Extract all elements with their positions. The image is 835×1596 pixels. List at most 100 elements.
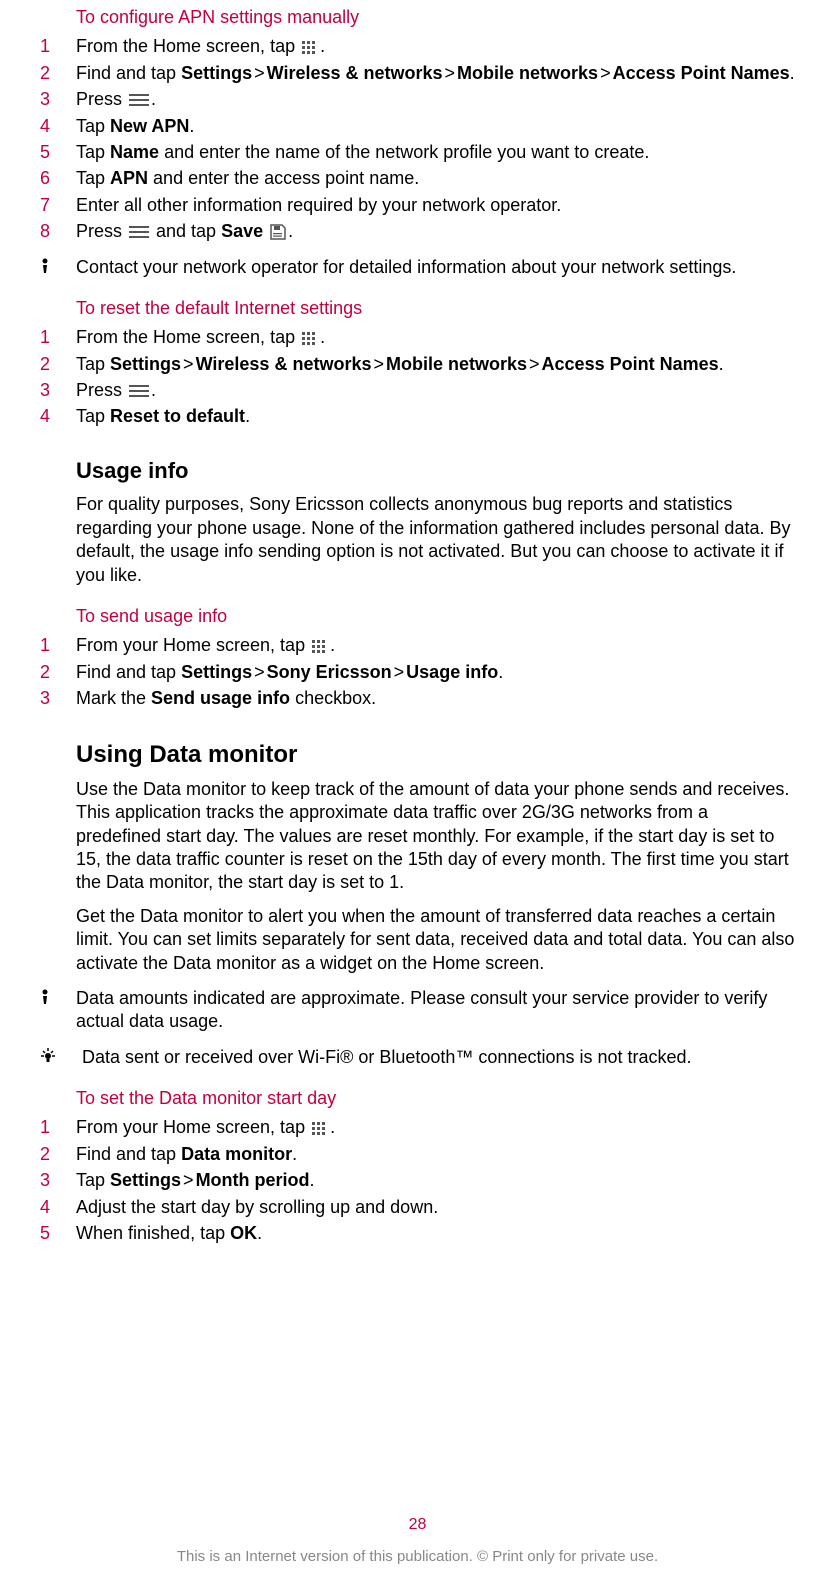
- step-number: 1: [40, 35, 62, 58]
- menu-icon: [129, 225, 149, 239]
- important-note: Data amounts indicated are approximate. …: [40, 987, 795, 1034]
- text: Find and tap: [76, 662, 181, 682]
- bold-text: New APN: [110, 116, 189, 136]
- step-number: 4: [40, 115, 62, 138]
- step-text: Tap APN and enter the access point name.: [76, 167, 795, 190]
- bold-text: Mobile networks: [386, 354, 527, 374]
- step-text: Press and tap Save .: [76, 220, 795, 243]
- step-number: 5: [40, 1222, 62, 1245]
- step-number: 2: [40, 1143, 62, 1166]
- step-number: 1: [40, 634, 62, 657]
- bold-text: Settings: [181, 662, 252, 682]
- step-number: 8: [40, 220, 62, 243]
- step-text: Tap Reset to default.: [76, 405, 795, 428]
- step-row: 1 From the Home screen, tap .: [40, 35, 795, 58]
- tip-note: Data sent or received over Wi-Fi® or Blu…: [40, 1046, 795, 1069]
- important-note: Contact your network operator for detail…: [40, 256, 795, 279]
- bold-text: Settings: [110, 1170, 181, 1190]
- paragraph: Use the Data monitor to keep track of th…: [76, 778, 795, 895]
- step-row: 4 Tap New APN.: [40, 115, 795, 138]
- step-number: 1: [40, 1116, 62, 1139]
- step-row: 2 Find and tap Settings>Sony Ericsson>Us…: [40, 661, 795, 684]
- text: and enter the access point name.: [148, 168, 419, 188]
- exclamation-icon: [40, 256, 62, 279]
- bold-text: Reset to default: [110, 406, 245, 426]
- gt: >: [371, 354, 386, 374]
- step-row: 4 Adjust the start day by scrolling up a…: [40, 1196, 795, 1219]
- step-number: 3: [40, 687, 62, 710]
- step-row: 5 When finished, tap OK.: [40, 1222, 795, 1245]
- step-row: 4 Tap Reset to default.: [40, 405, 795, 428]
- step-row: 3 Tap Settings>Month period.: [40, 1169, 795, 1192]
- step-number: 3: [40, 1169, 62, 1192]
- apps-grid-icon: [312, 1122, 328, 1136]
- paragraph: For quality purposes, Sony Ericsson coll…: [76, 493, 795, 587]
- text: Press: [76, 221, 127, 241]
- step-number: 7: [40, 194, 62, 217]
- text: .: [288, 221, 293, 241]
- text: .: [320, 327, 325, 347]
- gt: >: [252, 63, 267, 83]
- text: From your Home screen, tap: [76, 635, 310, 655]
- heading-configure-apn: To configure APN settings manually: [76, 6, 795, 29]
- step-text: Enter all other information required by …: [76, 194, 795, 217]
- text: When finished, tap: [76, 1223, 230, 1243]
- note-text: Contact your network operator for detail…: [76, 256, 795, 279]
- text: .: [310, 1170, 315, 1190]
- note-text: Data amounts indicated are approximate. …: [76, 987, 795, 1034]
- text: Tap: [76, 142, 110, 162]
- step-text: Find and tap Settings>Wireless & network…: [76, 62, 795, 85]
- step-text: Tap Settings>Month period.: [76, 1169, 795, 1192]
- text: From your Home screen, tap: [76, 1117, 310, 1137]
- step-text: Tap Settings>Wireless & networks>Mobile …: [76, 353, 795, 376]
- text: and enter the name of the network profil…: [159, 142, 649, 162]
- gt: >: [181, 1170, 196, 1190]
- section-data-monitor: Using Data monitor: [76, 739, 795, 770]
- footer-note: This is an Internet version of this publ…: [0, 1547, 835, 1567]
- bold-text: Wireless & networks: [267, 63, 443, 83]
- apps-grid-icon: [312, 640, 328, 654]
- text: From the Home screen, tap: [76, 36, 300, 56]
- text: and tap: [151, 221, 221, 241]
- step-row: 6 Tap APN and enter the access point nam…: [40, 167, 795, 190]
- text: Find and tap: [76, 63, 181, 83]
- text: .: [330, 635, 335, 655]
- text: Mark the: [76, 688, 151, 708]
- text: .: [245, 406, 250, 426]
- step-number: 1: [40, 326, 62, 349]
- step-row: 1 From your Home screen, tap .: [40, 1116, 795, 1139]
- step-number: 3: [40, 88, 62, 111]
- bold-text: Settings: [110, 354, 181, 374]
- text: Find and tap: [76, 1144, 181, 1164]
- gt: >: [443, 63, 458, 83]
- heading-set-start-day: To set the Data monitor start day: [76, 1087, 795, 1110]
- text: .: [257, 1223, 262, 1243]
- heading-send-usage: To send usage info: [76, 605, 795, 628]
- step-text: Press .: [76, 88, 795, 111]
- section-usage-info: Usage info: [76, 457, 795, 486]
- bold-text: Month period: [196, 1170, 310, 1190]
- step-number: 4: [40, 405, 62, 428]
- step-row: 2 Tap Settings>Wireless & networks>Mobil…: [40, 353, 795, 376]
- bold-text: Usage info: [406, 662, 498, 682]
- gt: >: [598, 63, 613, 83]
- step-number: 2: [40, 661, 62, 684]
- bold-text: Access Point Names: [542, 354, 719, 374]
- bold-text: Settings: [181, 63, 252, 83]
- bold-text: Send usage info: [151, 688, 290, 708]
- lightbulb-icon: [40, 1046, 62, 1069]
- step-text: Tap Name and enter the name of the netwo…: [76, 141, 795, 164]
- bold-text: APN: [110, 168, 148, 188]
- text: .: [498, 662, 503, 682]
- gt: >: [392, 662, 407, 682]
- bold-text: Wireless & networks: [196, 354, 372, 374]
- step-number: 3: [40, 379, 62, 402]
- bold-text: Access Point Names: [613, 63, 790, 83]
- step-row: 2 Find and tap Settings>Wireless & netwo…: [40, 62, 795, 85]
- text: checkbox.: [290, 688, 376, 708]
- step-row: 1 From the Home screen, tap .: [40, 326, 795, 349]
- step-text: From the Home screen, tap .: [76, 35, 795, 58]
- gt: >: [252, 662, 267, 682]
- step-text: From the Home screen, tap .: [76, 326, 795, 349]
- text: Tap: [76, 406, 110, 426]
